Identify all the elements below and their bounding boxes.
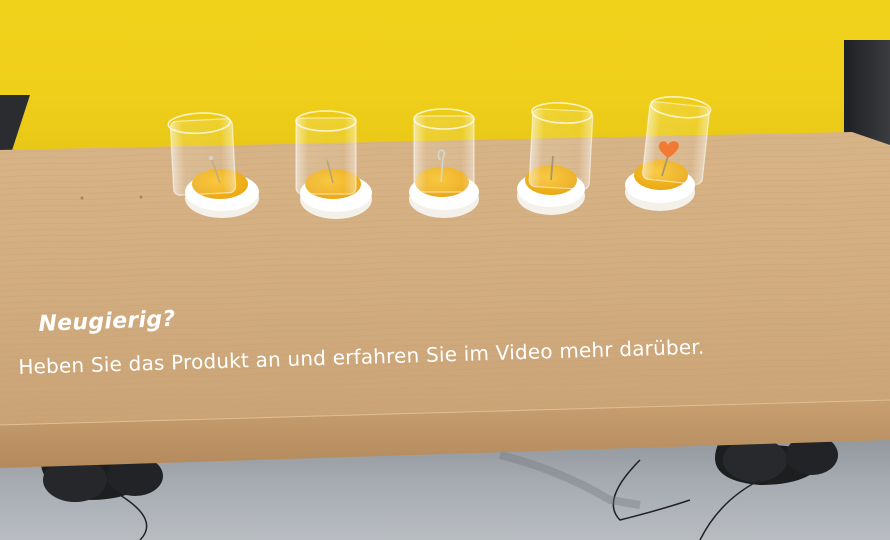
exhibit-scene: Neugierig? Heben Sie das Produkt an und …	[0, 0, 890, 540]
headphone-cable	[119, 459, 761, 540]
table-shadow	[499, 451, 641, 509]
screw-dot	[80, 196, 84, 200]
display-table	[0, 96, 890, 540]
sample-jar-3[interactable]	[409, 108, 479, 218]
screw-dot	[139, 195, 143, 199]
display-heading: Neugierig?	[38, 306, 176, 337]
